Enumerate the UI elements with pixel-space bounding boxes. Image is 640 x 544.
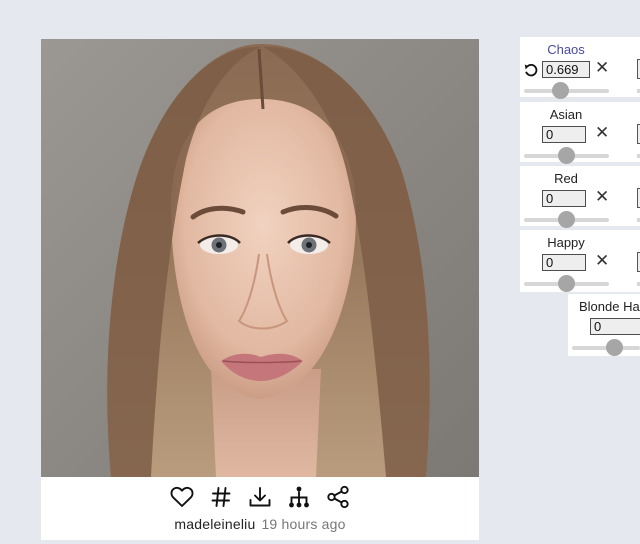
- timestamp: 19 hours ago: [261, 516, 346, 532]
- gene-label: Happy: [547, 235, 585, 250]
- family-tree-button[interactable]: [286, 483, 312, 511]
- gene-value-input[interactable]: [542, 61, 590, 78]
- tree-icon: [289, 486, 309, 508]
- gene-panel-happy: Happy ✕: [520, 230, 640, 292]
- image-card: madeleineliu 19 hours ago: [41, 39, 479, 540]
- gene-slider-thumb[interactable]: [558, 147, 575, 164]
- post-meta: madeleineliu 19 hours ago: [41, 516, 479, 532]
- gene-panel-red: Red ✕: [520, 166, 640, 228]
- gene-value-input[interactable]: [542, 254, 586, 271]
- gene-panel-chaos: Chaos ✕: [520, 37, 640, 99]
- gene-slider-thumb[interactable]: [558, 211, 575, 228]
- tags-button[interactable]: [208, 483, 234, 511]
- gene-panel-blonde-hair: Blonde Hair: [568, 294, 640, 356]
- gene-slider-thumb[interactable]: [558, 275, 575, 292]
- heart-icon: [170, 486, 194, 507]
- gene-label: Blonde Hair: [579, 299, 640, 314]
- post-actions: [41, 483, 479, 513]
- download-button[interactable]: [247, 483, 273, 511]
- gene-panel-asian: Asian ✕: [520, 102, 640, 164]
- remove-gene-button[interactable]: ✕: [595, 252, 609, 270]
- gene-value-input[interactable]: [590, 318, 640, 335]
- share-icon: [327, 485, 349, 509]
- gene-label: Asian: [549, 107, 583, 122]
- remove-gene-button[interactable]: ✕: [595, 124, 609, 142]
- gene-value-input[interactable]: [542, 126, 586, 143]
- username-link[interactable]: madeleineliu: [174, 516, 255, 532]
- hashtag-icon: [211, 487, 231, 507]
- like-button[interactable]: [169, 483, 195, 511]
- gene-slider-thumb[interactable]: [552, 82, 569, 99]
- gene-slider-thumb[interactable]: [606, 339, 623, 356]
- reset-icon[interactable]: [523, 62, 539, 78]
- gene-value-input[interactable]: [542, 190, 586, 207]
- gene-label: Chaos: [547, 42, 585, 57]
- share-button[interactable]: [325, 483, 351, 511]
- remove-gene-button[interactable]: ✕: [595, 188, 609, 206]
- gene-label: Red: [554, 171, 578, 186]
- remove-gene-button[interactable]: ✕: [595, 59, 609, 77]
- portrait-image[interactable]: [41, 39, 479, 477]
- download-icon: [249, 487, 271, 507]
